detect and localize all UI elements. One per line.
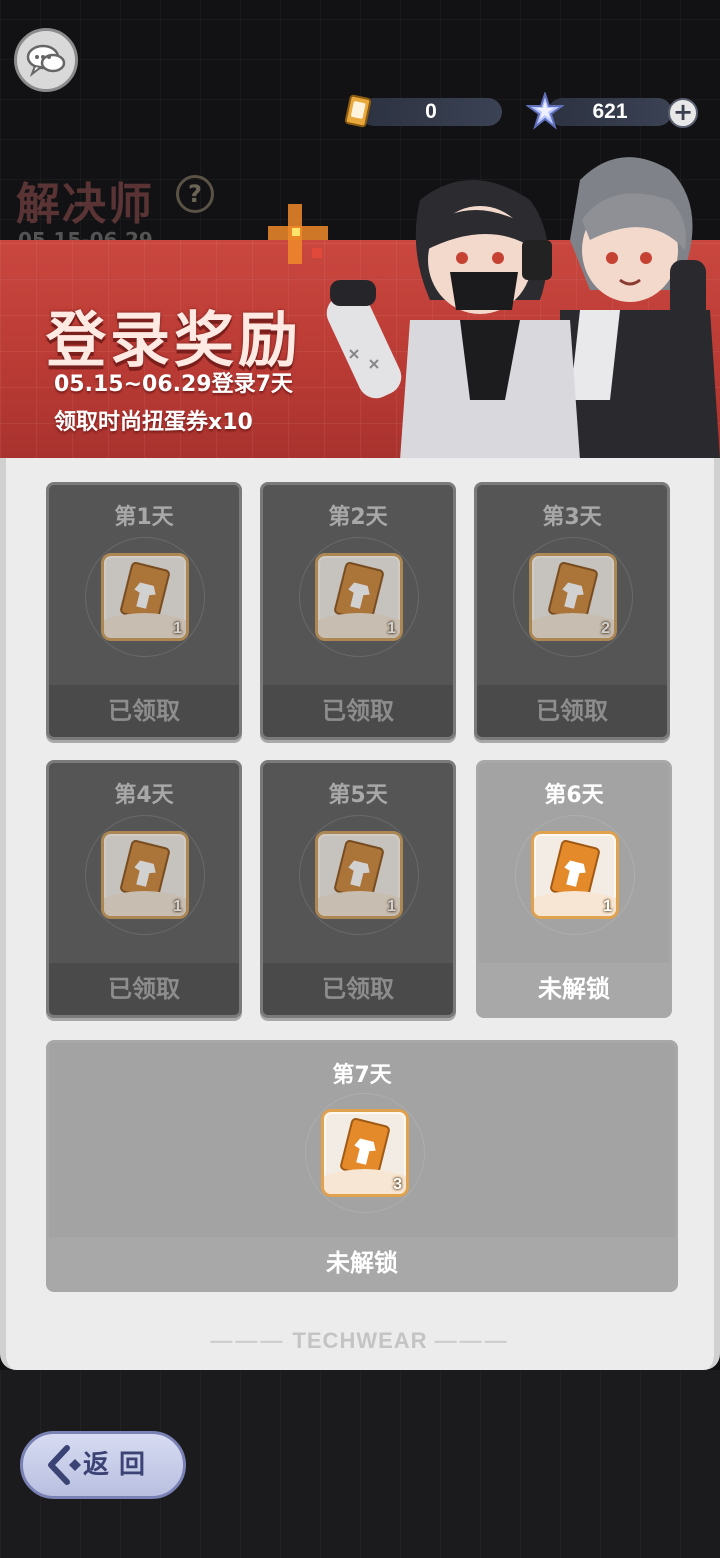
footer-dash-right: ——— [434,1328,510,1353]
star-crystal-icon [526,92,564,130]
reward-item[interactable]: 2 [529,553,617,641]
claim-status: 未解锁 [479,963,669,1015]
day-label: 第2天 [328,505,388,530]
day-label: 第6天 [544,783,604,808]
day-label: 第5天 [328,783,388,808]
claim-status: 已领取 [263,685,453,737]
item-count: 1 [173,898,182,915]
reward-item[interactable]: 3 [321,1109,409,1197]
claim-status: 未解锁 [49,1237,675,1289]
chat-icon [26,44,66,77]
footer-dash-left: ——— [210,1328,286,1353]
plus-icon: + [672,98,694,126]
item-count: 3 [393,1176,402,1193]
banner-reward-text: 领取时尚扭蛋券x10 [54,410,253,435]
panel-footer: ——— TECHWEAR ——— [6,1328,714,1354]
ticket-icon [344,94,372,128]
star-count: 621 [592,100,628,123]
day-label: 第3天 [542,505,602,530]
item-count: 1 [603,898,612,915]
back-button[interactable]: 返回 [20,1431,186,1499]
chat-button[interactable] [14,28,78,92]
reward-panel: 第1天 1 已领取 第2天 1 已领取 第3天 2 已领取 第4天 1 已领取 … [0,458,720,1370]
add-star-button[interactable]: + [668,98,698,128]
day-label: 第4天 [114,783,174,808]
star-currency: 621 [548,98,672,126]
item-count: 1 [387,898,396,915]
reward-item[interactable]: 1 [315,553,403,641]
day-card-7[interactable]: 第7天 3 未解锁 [46,1040,678,1292]
banner-period: 05.15~06.29登录7天 [54,372,293,397]
back-label: 返回 [83,1450,156,1480]
reward-item[interactable]: 1 [531,831,619,919]
day-label: 第7天 [332,1063,392,1088]
item-count: 1 [387,620,396,637]
day-card-3[interactable]: 第3天 2 已领取 [474,482,670,740]
ticket-currency: 0 [360,98,502,126]
item-count: 2 [601,620,610,637]
help-button[interactable]: ? [176,175,214,213]
day-card-1[interactable]: 第1天 1 已领取 [46,482,242,740]
footer-brand: TECHWEAR [292,1328,428,1353]
event-title: 解决师 [16,179,154,230]
claim-status: 已领取 [49,963,239,1015]
ticket-count: 0 [425,100,437,123]
day-card-2[interactable]: 第2天 1 已领取 [260,482,456,740]
back-arrow-icon [48,1445,81,1485]
day-label: 第1天 [114,505,174,530]
reward-item[interactable]: 1 [101,831,189,919]
claim-status: 已领取 [477,685,667,737]
day-card-4[interactable]: 第4天 1 已领取 [46,760,242,1018]
question-icon: ? [188,180,202,208]
day-card-6[interactable]: 第6天 1 未解锁 [476,760,672,1018]
day-card-5[interactable]: 第5天 1 已领取 [260,760,456,1018]
claim-status: 已领取 [263,963,453,1015]
claim-status: 已领取 [49,685,239,737]
item-count: 1 [173,620,182,637]
reward-item[interactable]: 1 [101,553,189,641]
reward-item[interactable]: 1 [315,831,403,919]
character-illustration [326,157,720,460]
